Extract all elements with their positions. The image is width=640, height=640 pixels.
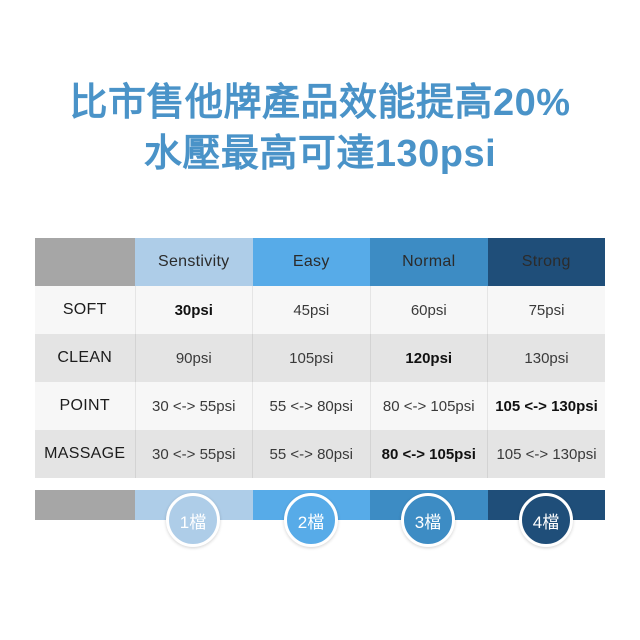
cell-soft-normal: 60psi [369,286,488,334]
headline-line-1: 比市售他牌產品效能提高20% [69,82,571,124]
column-header-strong: Strong [487,238,605,286]
column-header-normal: Normal [370,238,488,286]
cell-massage-easy: 55 <-> 80psi [252,430,370,478]
table-row: POINT 30 <-> 55psi 55 <-> 80psi 80 <-> 1… [35,382,605,430]
column-header-easy: Easy [252,238,370,286]
table-corner-cell [35,238,135,286]
cell-soft-sensitivity: 30psi [134,286,253,334]
cell-clean-sensitivity: 90psi [134,334,253,382]
table-row: SOFT 30psi 45psi 60psi 75psi [35,286,605,334]
table-row: MASSAGE 30 <-> 55psi 55 <-> 80psi 80 <->… [35,430,605,478]
gear-badge-3[interactable]: 3檔 [401,493,455,547]
cell-soft-strong: 75psi [487,286,605,334]
table-body: SOFT 30psi 45psi 60psi 75psi CLEAN 90psi… [35,286,605,478]
cell-clean-normal: 120psi [369,334,488,382]
table-header-row: Senstivity Easy Normal Strong [35,238,605,286]
cell-clean-strong: 130psi [487,334,605,382]
row-label-soft: SOFT [35,286,135,334]
cell-massage-strong: 105 <-> 130psi [487,430,605,478]
cell-soft-easy: 45psi [252,286,370,334]
pressure-spec-table: Senstivity Easy Normal Strong SOFT 30psi… [35,238,605,478]
cell-point-sensitivity: 30 <-> 55psi [134,382,253,430]
column-header-sensitivity: Senstivity [135,238,253,286]
cell-point-normal: 80 <-> 105psi [369,382,488,430]
gear-badge-1[interactable]: 1檔 [166,493,220,547]
gear-badge-4[interactable]: 4檔 [519,493,573,547]
row-label-massage: MASSAGE [35,430,135,478]
cell-clean-easy: 105psi [252,334,370,382]
gear-badge-2[interactable]: 2檔 [284,493,338,547]
page-headline: 比市售他牌產品效能提高20% 水壓最高可達130psi [0,78,640,181]
gear-badge-group: 1檔 2檔 3檔 4檔 [135,493,605,553]
cell-massage-normal: 80 <-> 105psi [369,430,488,478]
footer-segment-label [35,490,135,520]
cell-massage-sensitivity: 30 <-> 55psi [134,430,253,478]
headline-line-2: 水壓最高可達130psi [143,133,497,176]
table-row: CLEAN 90psi 105psi 120psi 130psi [35,334,605,382]
row-label-clean: CLEAN [35,334,135,382]
cell-point-strong: 105 <-> 130psi [487,382,605,430]
cell-point-easy: 55 <-> 80psi [252,382,370,430]
row-label-point: POINT [35,382,135,430]
